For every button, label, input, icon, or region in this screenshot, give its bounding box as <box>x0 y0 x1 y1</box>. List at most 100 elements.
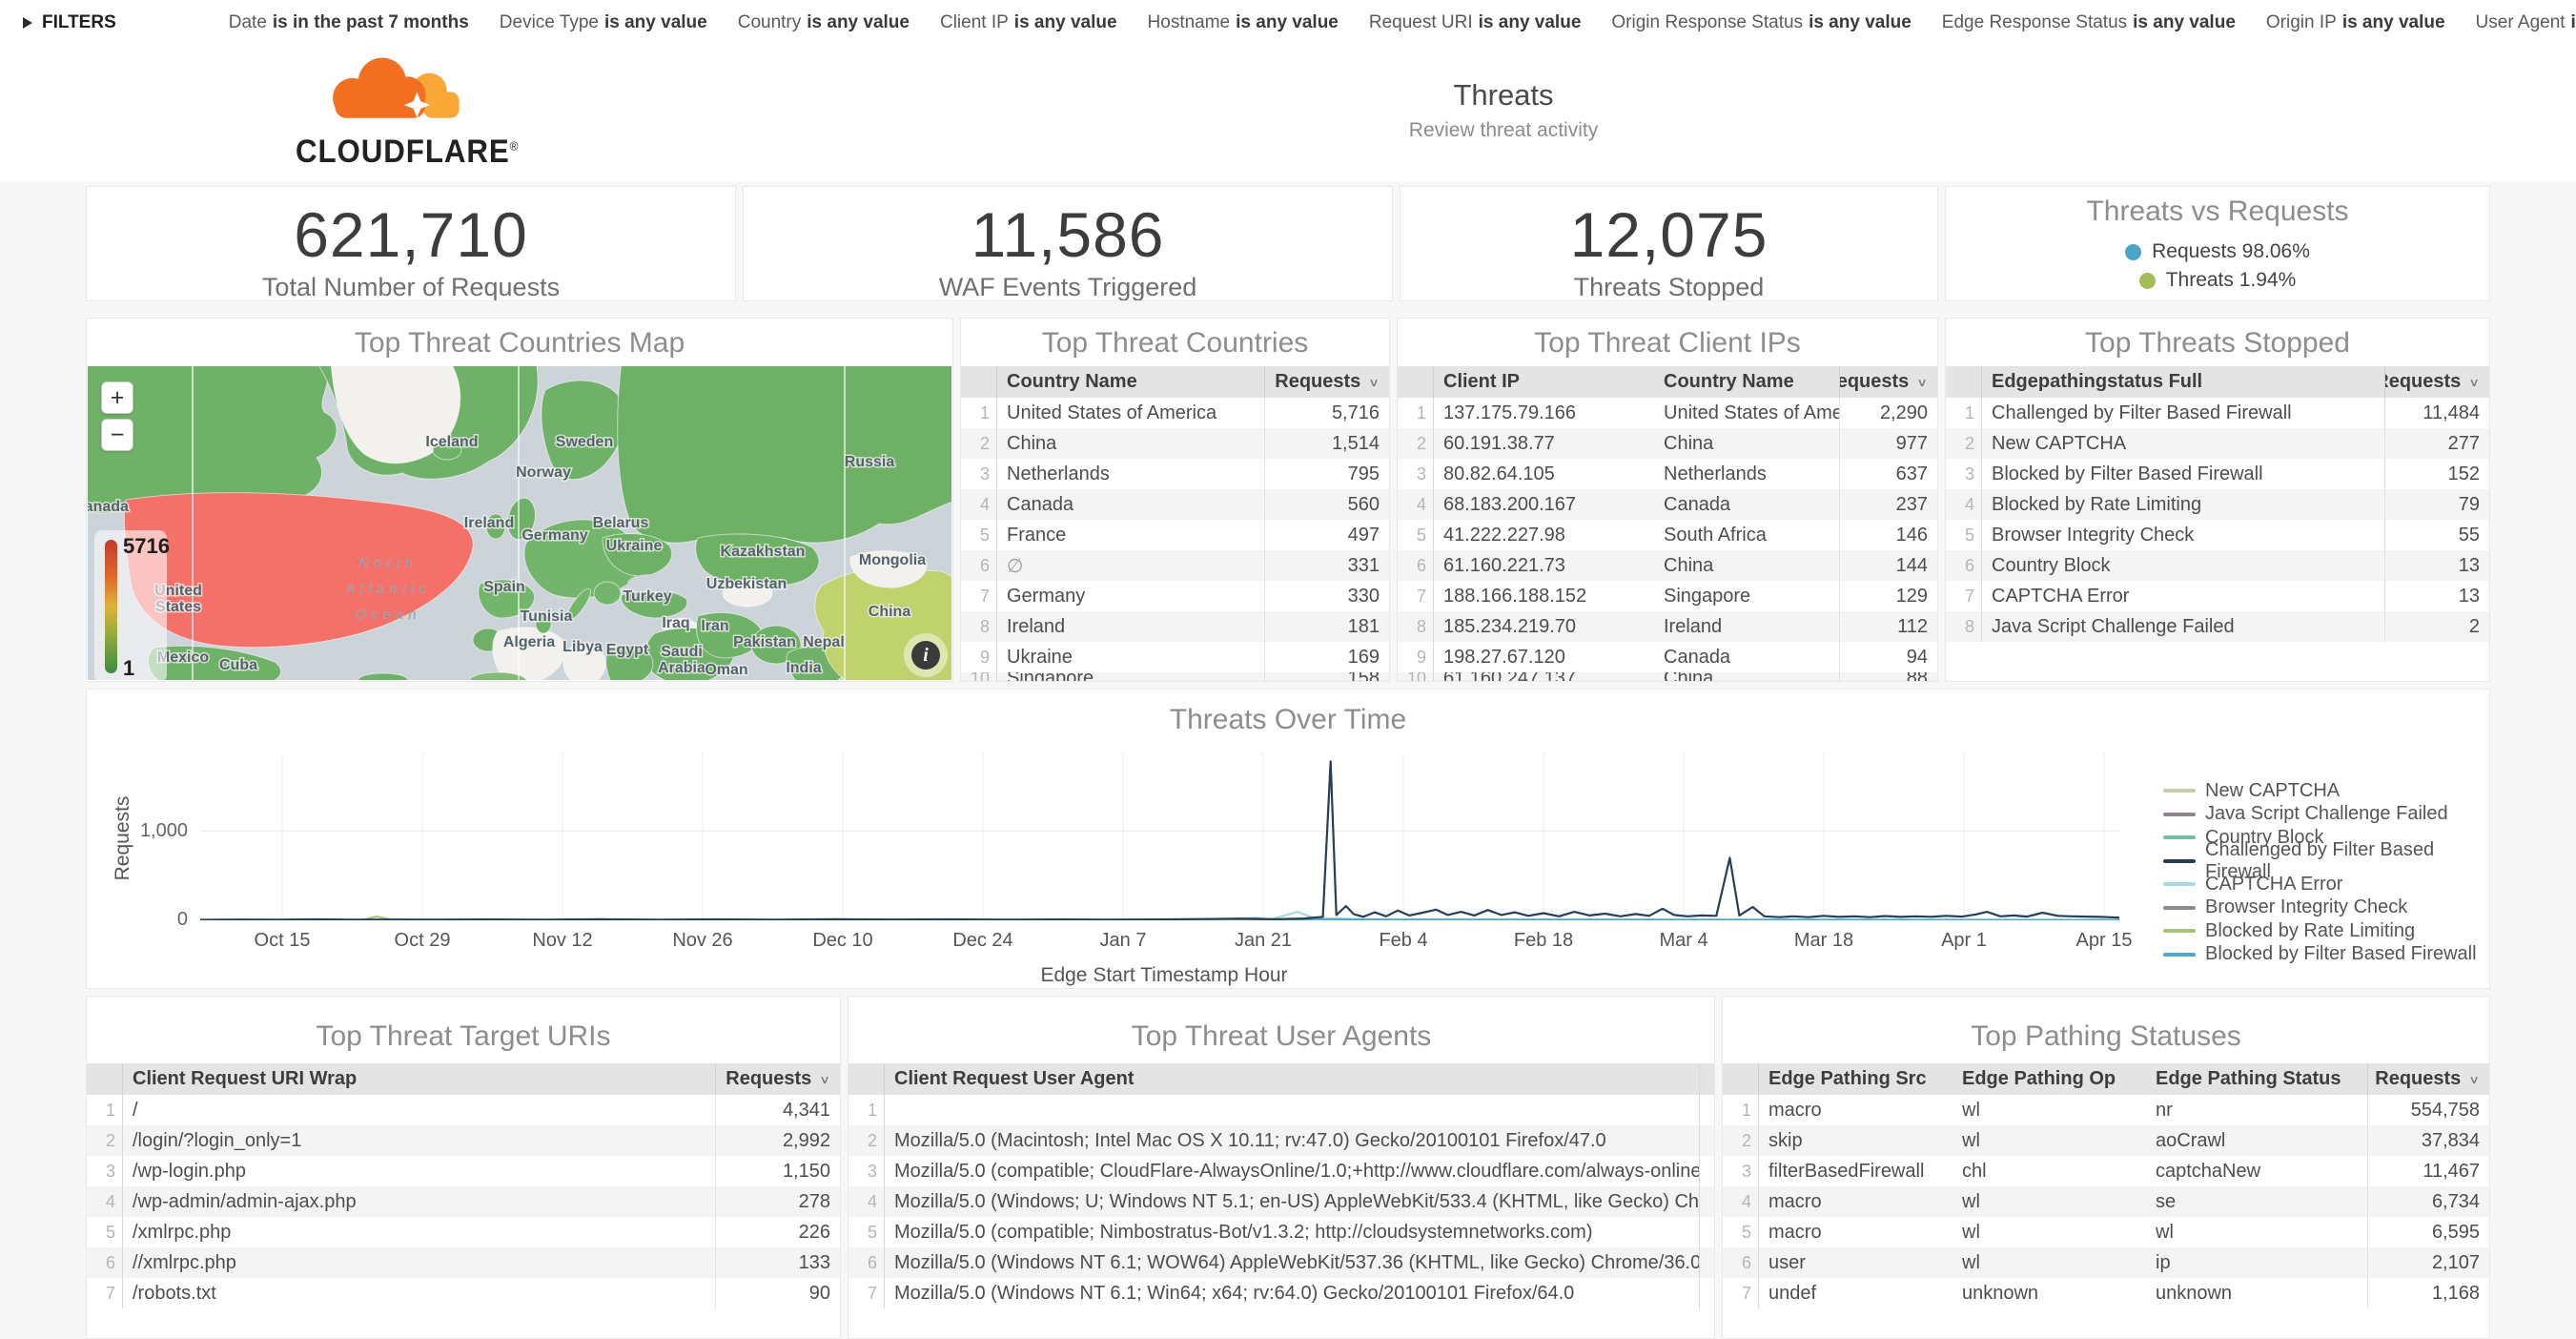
column-header[interactable]: Requests∨ <box>2367 1063 2489 1095</box>
table-row[interactable]: 1 <box>848 1095 1714 1125</box>
filter-item-date[interactable]: Date is in the past 7 months <box>229 12 469 33</box>
chart-legend-item[interactable]: New CAPTCHA <box>2163 779 2489 803</box>
filter-value: is in the past 7 months <box>273 12 469 32</box>
map-ocean-label: Atlantic <box>344 581 430 597</box>
table-row[interactable]: 3Blocked by Filter Based Firewall152 <box>1946 459 2489 489</box>
table-cell: Java Script Challenge Failed <box>1982 611 2384 642</box>
table-row[interactable]: 1/4,341 <box>87 1095 840 1125</box>
row-index: 4 <box>1723 1186 1759 1217</box>
table-row[interactable]: 5/xmlrpc.php226 <box>87 1217 840 1247</box>
table-row[interactable]: 4macrowlse6,734 <box>1723 1186 2489 1217</box>
table-cell: China <box>1654 672 1839 682</box>
table-row[interactable]: 380.82.64.105Netherlands637 <box>1398 459 1937 489</box>
table-row[interactable]: 6Country Block13 <box>1946 550 2489 581</box>
table-row[interactable]: 10Singapore158 <box>961 672 1389 682</box>
zoom-in-button[interactable]: + <box>101 381 133 414</box>
table-row[interactable]: 2New CAPTCHA277 <box>1946 428 2489 459</box>
column-header[interactable]: Requests∨ <box>1264 366 1389 398</box>
chart-legend-item[interactable]: Java Script Challenge Failed <box>2163 803 2489 827</box>
column-header[interactable]: Requests∨ <box>715 1063 840 1095</box>
table-row[interactable]: 7188.166.188.152Singapore129 <box>1398 581 1937 611</box>
column-header[interactable]: Client Request URI Wrap <box>123 1063 715 1095</box>
column-header[interactable]: Requests∨ <box>2384 366 2489 398</box>
table-row[interactable]: 6∅331 <box>961 550 1389 581</box>
table-row[interactable]: 2Mozilla/5.0 (Macintosh; Intel Mac OS X … <box>848 1125 1714 1156</box>
table-row[interactable]: 5France497 <box>961 520 1389 550</box>
table-row[interactable]: 468.183.200.167Canada237 <box>1398 489 1937 520</box>
table-row[interactable]: 9Ukraine169 <box>961 642 1389 672</box>
filter-field: Date <box>229 12 267 32</box>
filter-item-origin-ip[interactable]: Origin IPis any value <box>2266 12 2445 33</box>
table-row[interactable]: 7undefunknownunknown1,168 <box>1723 1278 2489 1308</box>
column-header[interactable]: Requests∨ <box>1839 366 1937 398</box>
table-row[interactable]: 1United States of America5,716 <box>961 398 1389 428</box>
column-header[interactable]: Client Request User Agent <box>885 1063 1699 1095</box>
world-map[interactable]: CanadaIcelandNorwaySwedenRussiaUnitedSta… <box>88 366 951 680</box>
chart-legend-item[interactable]: CAPTCHA Error <box>2163 873 2489 896</box>
column-header[interactable]: Country Name <box>997 366 1264 398</box>
table-header: Edgepathingstatus FullRequests∨ <box>1946 366 2489 398</box>
chart-legend-item[interactable]: Blocked by Filter Based Firewall <box>2163 943 2489 967</box>
table-row[interactable]: 2skipwlaoCrawl37,834 <box>1723 1125 2489 1156</box>
legend-label: New CAPTCHA <box>2205 780 2340 802</box>
row-index: 2 <box>1723 1125 1759 1156</box>
table-row[interactable]: 1Challenged by Filter Based Firewall11,4… <box>1946 398 2489 428</box>
filter-item-client-ip[interactable]: Client IPis any value <box>940 12 1117 33</box>
table-row[interactable]: 4/wp-admin/admin-ajax.php278 <box>87 1186 840 1217</box>
table-row[interactable]: 6//xmlrpc.php133 <box>87 1247 840 1278</box>
column-header[interactable]: Edge Pathing Src <box>1759 1063 1952 1095</box>
table-row[interactable]: 2China1,514 <box>961 428 1389 459</box>
table-row[interactable]: 7Mozilla/5.0 (Windows NT 6.1; Win64; x64… <box>848 1278 1714 1308</box>
chart-legend-item[interactable]: Browser Integrity Check <box>2163 896 2489 920</box>
table-row[interactable]: 4Mozilla/5.0 (Windows; U; Windows NT 5.1… <box>848 1186 1714 1217</box>
zoom-out-button[interactable]: − <box>101 419 133 451</box>
panel-title: Threats vs Requests <box>1946 195 2489 229</box>
table-row[interactable]: 4Canada560 <box>961 489 1389 520</box>
map-info-button[interactable]: i <box>904 633 948 677</box>
column-header[interactable]: Country Name <box>1654 366 1839 398</box>
table-row[interactable]: 3Netherlands795 <box>961 459 1389 489</box>
table-row[interactable]: 9198.27.67.120Canada94 <box>1398 642 1937 672</box>
table-row[interactable]: 1061.160.247.137China88 <box>1398 672 1937 682</box>
column-header[interactable]: Edge Pathing Op <box>1952 1063 2146 1095</box>
filter-item-user-agent[interactable]: User Agentis any value <box>2476 12 2576 33</box>
table-row[interactable]: 8Ireland181 <box>961 611 1389 642</box>
table-row[interactable]: 6userwlip2,107 <box>1723 1247 2489 1278</box>
column-header[interactable]: Edge Pathing Status <box>2146 1063 2367 1095</box>
column-header[interactable]: Edgepathingstatus Full <box>1982 366 2384 398</box>
table-row[interactable]: 260.191.38.77China977 <box>1398 428 1937 459</box>
chart-legend-item[interactable]: Challenged by Filter Based Firewall <box>2163 850 2489 874</box>
table-row[interactable]: 3Mozilla/5.0 (compatible; CloudFlare-Alw… <box>848 1156 1714 1186</box>
filter-item-hostname[interactable]: Hostnameis any value <box>1148 12 1339 33</box>
filters-toggle[interactable]: FILTERS <box>23 12 116 33</box>
table-row[interactable]: 5Mozilla/5.0 (compatible; Nimbostratus-B… <box>848 1217 1714 1247</box>
table-row[interactable]: 7/robots.txt90 <box>87 1278 840 1308</box>
table-row[interactable]: 6Mozilla/5.0 (Windows NT 6.1; WOW64) App… <box>848 1247 1714 1278</box>
column-header[interactable]: Client IP <box>1434 366 1654 398</box>
table-cell: 11,467 <box>2367 1156 2489 1186</box>
table-row[interactable]: 3/wp-login.php1,150 <box>87 1156 840 1186</box>
table-row[interactable]: 3filterBasedFirewallchlcaptchaNew11,467 <box>1723 1156 2489 1186</box>
row-index: 6 <box>1946 550 1982 581</box>
table-row[interactable]: 2/login/?login_only=12,992 <box>87 1125 840 1156</box>
table-row[interactable]: 8185.234.219.70Ireland112 <box>1398 611 1937 642</box>
table-row[interactable]: 661.160.221.73China144 <box>1398 550 1937 581</box>
table-row[interactable]: 5macrowlwl6,595 <box>1723 1217 2489 1247</box>
table-row[interactable]: 541.222.227.98South Africa146 <box>1398 520 1937 550</box>
filter-item-country[interactable]: Countryis any value <box>738 12 910 33</box>
table-row[interactable]: 1macrowlnr554,758 <box>1723 1095 2489 1125</box>
table-row[interactable]: 7CAPTCHA Error13 <box>1946 581 2489 611</box>
filter-item-request-uri[interactable]: Request URIis any value <box>1369 12 1582 33</box>
table-row[interactable]: 7Germany330 <box>961 581 1389 611</box>
filter-item-origin-response-status[interactable]: Origin Response Statusis any value <box>1611 12 1911 33</box>
threats-over-time-plot[interactable] <box>200 752 2119 920</box>
chart-legend-item[interactable]: Blocked by Rate Limiting <box>2163 919 2489 943</box>
filter-item-edge-response-status[interactable]: Edge Response Statusis any value <box>1942 12 2236 33</box>
table-row[interactable]: 5Browser Integrity Check55 <box>1946 520 2489 550</box>
table-row[interactable]: 8Java Script Challenge Failed2 <box>1946 611 2489 642</box>
filter-item-device-type[interactable]: Device Typeis any value <box>500 12 707 33</box>
table-row[interactable]: 4Blocked by Rate Limiting79 <box>1946 489 2489 520</box>
map-country-label: Kazakhstan <box>721 544 806 560</box>
table-row[interactable]: 1137.175.79.166United States of America2… <box>1398 398 1937 428</box>
table-cell: 2,992 <box>715 1125 840 1156</box>
